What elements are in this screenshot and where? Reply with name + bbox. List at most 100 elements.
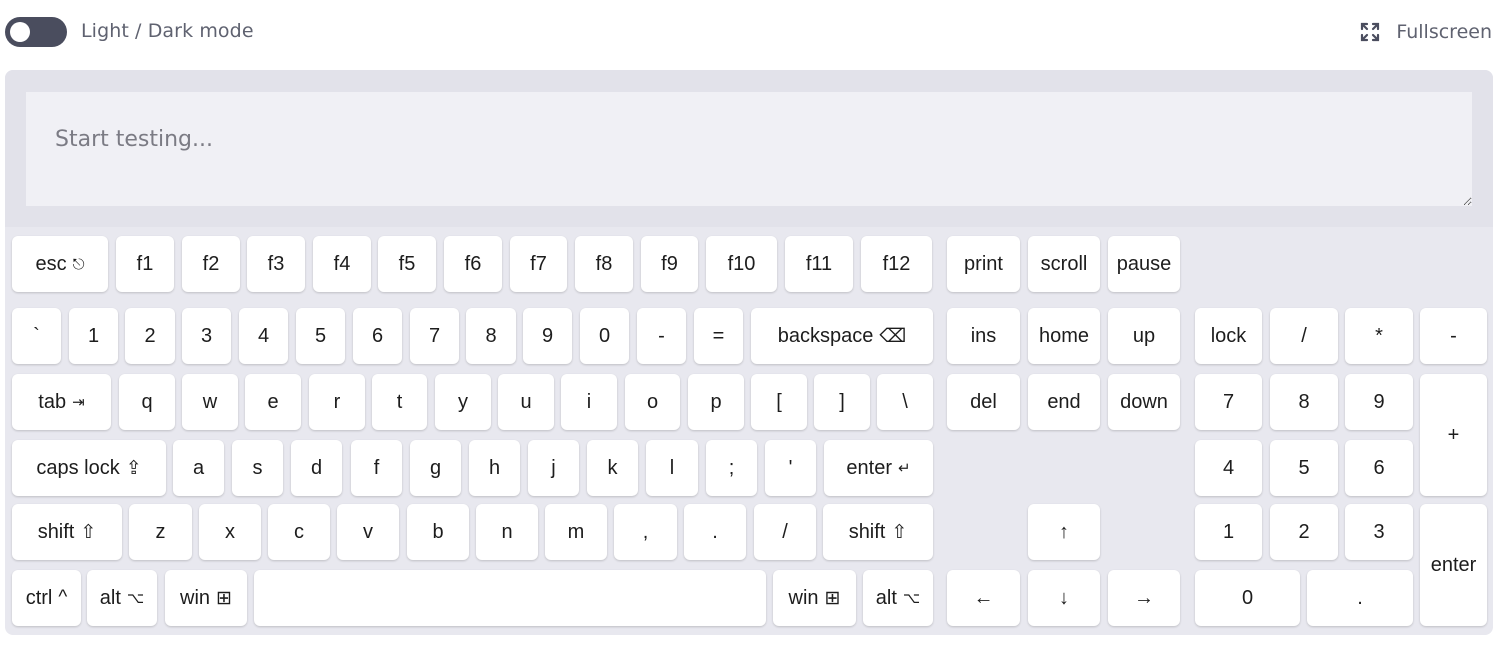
numpad-key-symbol[interactable]: / (1270, 308, 1338, 364)
key-enter[interactable]: enter ↵ (824, 440, 933, 496)
numpad-key-4[interactable]: 4 (1195, 440, 1262, 496)
key-win[interactable]: win ⊞ (165, 570, 247, 626)
key-f10[interactable]: f10 (706, 236, 777, 292)
key-b[interactable]: b (407, 504, 469, 560)
key-f3[interactable]: f3 (247, 236, 305, 292)
numpad-key-enter[interactable]: enter (1420, 504, 1487, 626)
key-g[interactable]: g (410, 440, 461, 496)
key-symbol[interactable]: / (754, 504, 816, 560)
key-w[interactable]: w (182, 374, 238, 430)
key-alt[interactable]: alt ⌥ (87, 570, 157, 626)
key-8[interactable]: 8 (466, 308, 516, 364)
key-f[interactable]: f (351, 440, 402, 496)
key-pause[interactable]: pause (1108, 236, 1180, 292)
key-7[interactable]: 7 (410, 308, 459, 364)
key-f5[interactable]: f5 (378, 236, 436, 292)
key-symbol[interactable]: ; (706, 440, 757, 496)
key-end[interactable]: end (1028, 374, 1100, 430)
numpad-key-3[interactable]: 3 (1345, 504, 1413, 560)
key-symbol[interactable]: ' (765, 440, 816, 496)
key-symbol[interactable]: ` (12, 308, 61, 364)
key-j[interactable]: j (528, 440, 579, 496)
key-symbol[interactable]: [ (751, 374, 807, 430)
key-i[interactable]: i (561, 374, 617, 430)
fullscreen-button[interactable]: Fullscreen (1358, 18, 1492, 46)
key-f1[interactable]: f1 (116, 236, 174, 292)
theme-toggle[interactable] (5, 17, 67, 47)
key-win[interactable]: win ⊞ (773, 570, 856, 626)
key-f6[interactable]: f6 (444, 236, 502, 292)
key-f2[interactable]: f2 (182, 236, 240, 292)
key-caps-lock[interactable]: caps lock ⇪ (12, 440, 166, 496)
key-ins[interactable]: ins (947, 308, 1020, 364)
key-down[interactable]: down (1108, 374, 1180, 430)
key-o[interactable]: o (625, 374, 680, 430)
key-f4[interactable]: f4 (313, 236, 371, 292)
key-symbol[interactable]: . (684, 504, 746, 560)
key-symbol[interactable]: ] (814, 374, 870, 430)
key-9[interactable]: 9 (523, 308, 572, 364)
key-f9[interactable]: f9 (641, 236, 698, 292)
key-backspace[interactable]: backspace ⌫ (751, 308, 933, 364)
key-shift[interactable]: shift ⇧ (823, 504, 933, 560)
key-home[interactable]: home (1028, 308, 1100, 364)
key-4[interactable]: 4 (239, 308, 288, 364)
key-f12[interactable]: f12 (861, 236, 932, 292)
key-x[interactable]: x (199, 504, 261, 560)
key-0[interactable]: 0 (580, 308, 629, 364)
key-symbol[interactable]: \ (877, 374, 933, 430)
key-alt[interactable]: alt ⌥ (863, 570, 933, 626)
key-esc[interactable]: esc ⎋ (12, 236, 108, 292)
key-symbol[interactable]: → (1108, 570, 1180, 626)
key-symbol[interactable]: - (637, 308, 686, 364)
numpad-key-6[interactable]: 6 (1345, 440, 1413, 496)
key-h[interactable]: h (469, 440, 520, 496)
key-v[interactable]: v (337, 504, 399, 560)
numpad-key-7[interactable]: 7 (1195, 374, 1262, 430)
key-f11[interactable]: f11 (785, 236, 853, 292)
key-5[interactable]: 5 (296, 308, 345, 364)
key-l[interactable]: l (646, 440, 698, 496)
numpad-key-2[interactable]: 2 (1270, 504, 1338, 560)
key-print[interactable]: print (947, 236, 1020, 292)
key-a[interactable]: a (173, 440, 224, 496)
key-ctrl[interactable]: ctrl ^ (12, 570, 81, 626)
key-symbol[interactable]: ↓ (1028, 570, 1100, 626)
key-scroll[interactable]: scroll (1028, 236, 1100, 292)
key-2[interactable]: 2 (125, 308, 175, 364)
key-t[interactable]: t (372, 374, 427, 430)
numpad-key-0[interactable]: 0 (1195, 570, 1300, 626)
numpad-key-symbol[interactable]: - (1420, 308, 1487, 364)
numpad-key-symbol[interactable]: . (1307, 570, 1413, 626)
numpad-key-lock[interactable]: lock (1195, 308, 1262, 364)
key-c[interactable]: c (268, 504, 330, 560)
key-d[interactable]: d (291, 440, 342, 496)
key-y[interactable]: y (435, 374, 491, 430)
key-z[interactable]: z (129, 504, 192, 560)
key-u[interactable]: u (498, 374, 554, 430)
numpad-key-8[interactable]: 8 (1270, 374, 1338, 430)
key-n[interactable]: n (476, 504, 538, 560)
key-symbol[interactable]: ↑ (1028, 504, 1100, 560)
key-f8[interactable]: f8 (575, 236, 633, 292)
key-symbol[interactable]: = (694, 308, 743, 364)
key-e[interactable]: e (245, 374, 301, 430)
numpad-key-1[interactable]: 1 (1195, 504, 1262, 560)
key-f7[interactable]: f7 (510, 236, 567, 292)
key-1[interactable]: 1 (69, 308, 118, 364)
key-6[interactable]: 6 (353, 308, 402, 364)
numpad-key-5[interactable]: 5 (1270, 440, 1338, 496)
key-q[interactable]: q (119, 374, 175, 430)
key-p[interactable]: p (688, 374, 744, 430)
numpad-key-symbol[interactable]: + (1420, 374, 1487, 496)
key-up[interactable]: up (1108, 308, 1180, 364)
key-m[interactable]: m (545, 504, 607, 560)
key-3[interactable]: 3 (182, 308, 231, 364)
key-r[interactable]: r (309, 374, 365, 430)
key-symbol[interactable]: , (614, 504, 677, 560)
key-shift[interactable]: shift ⇧ (12, 504, 122, 560)
key-s[interactable]: s (232, 440, 283, 496)
test-input[interactable] (26, 92, 1472, 206)
numpad-key-9[interactable]: 9 (1345, 374, 1413, 430)
numpad-key-symbol[interactable]: * (1345, 308, 1413, 364)
